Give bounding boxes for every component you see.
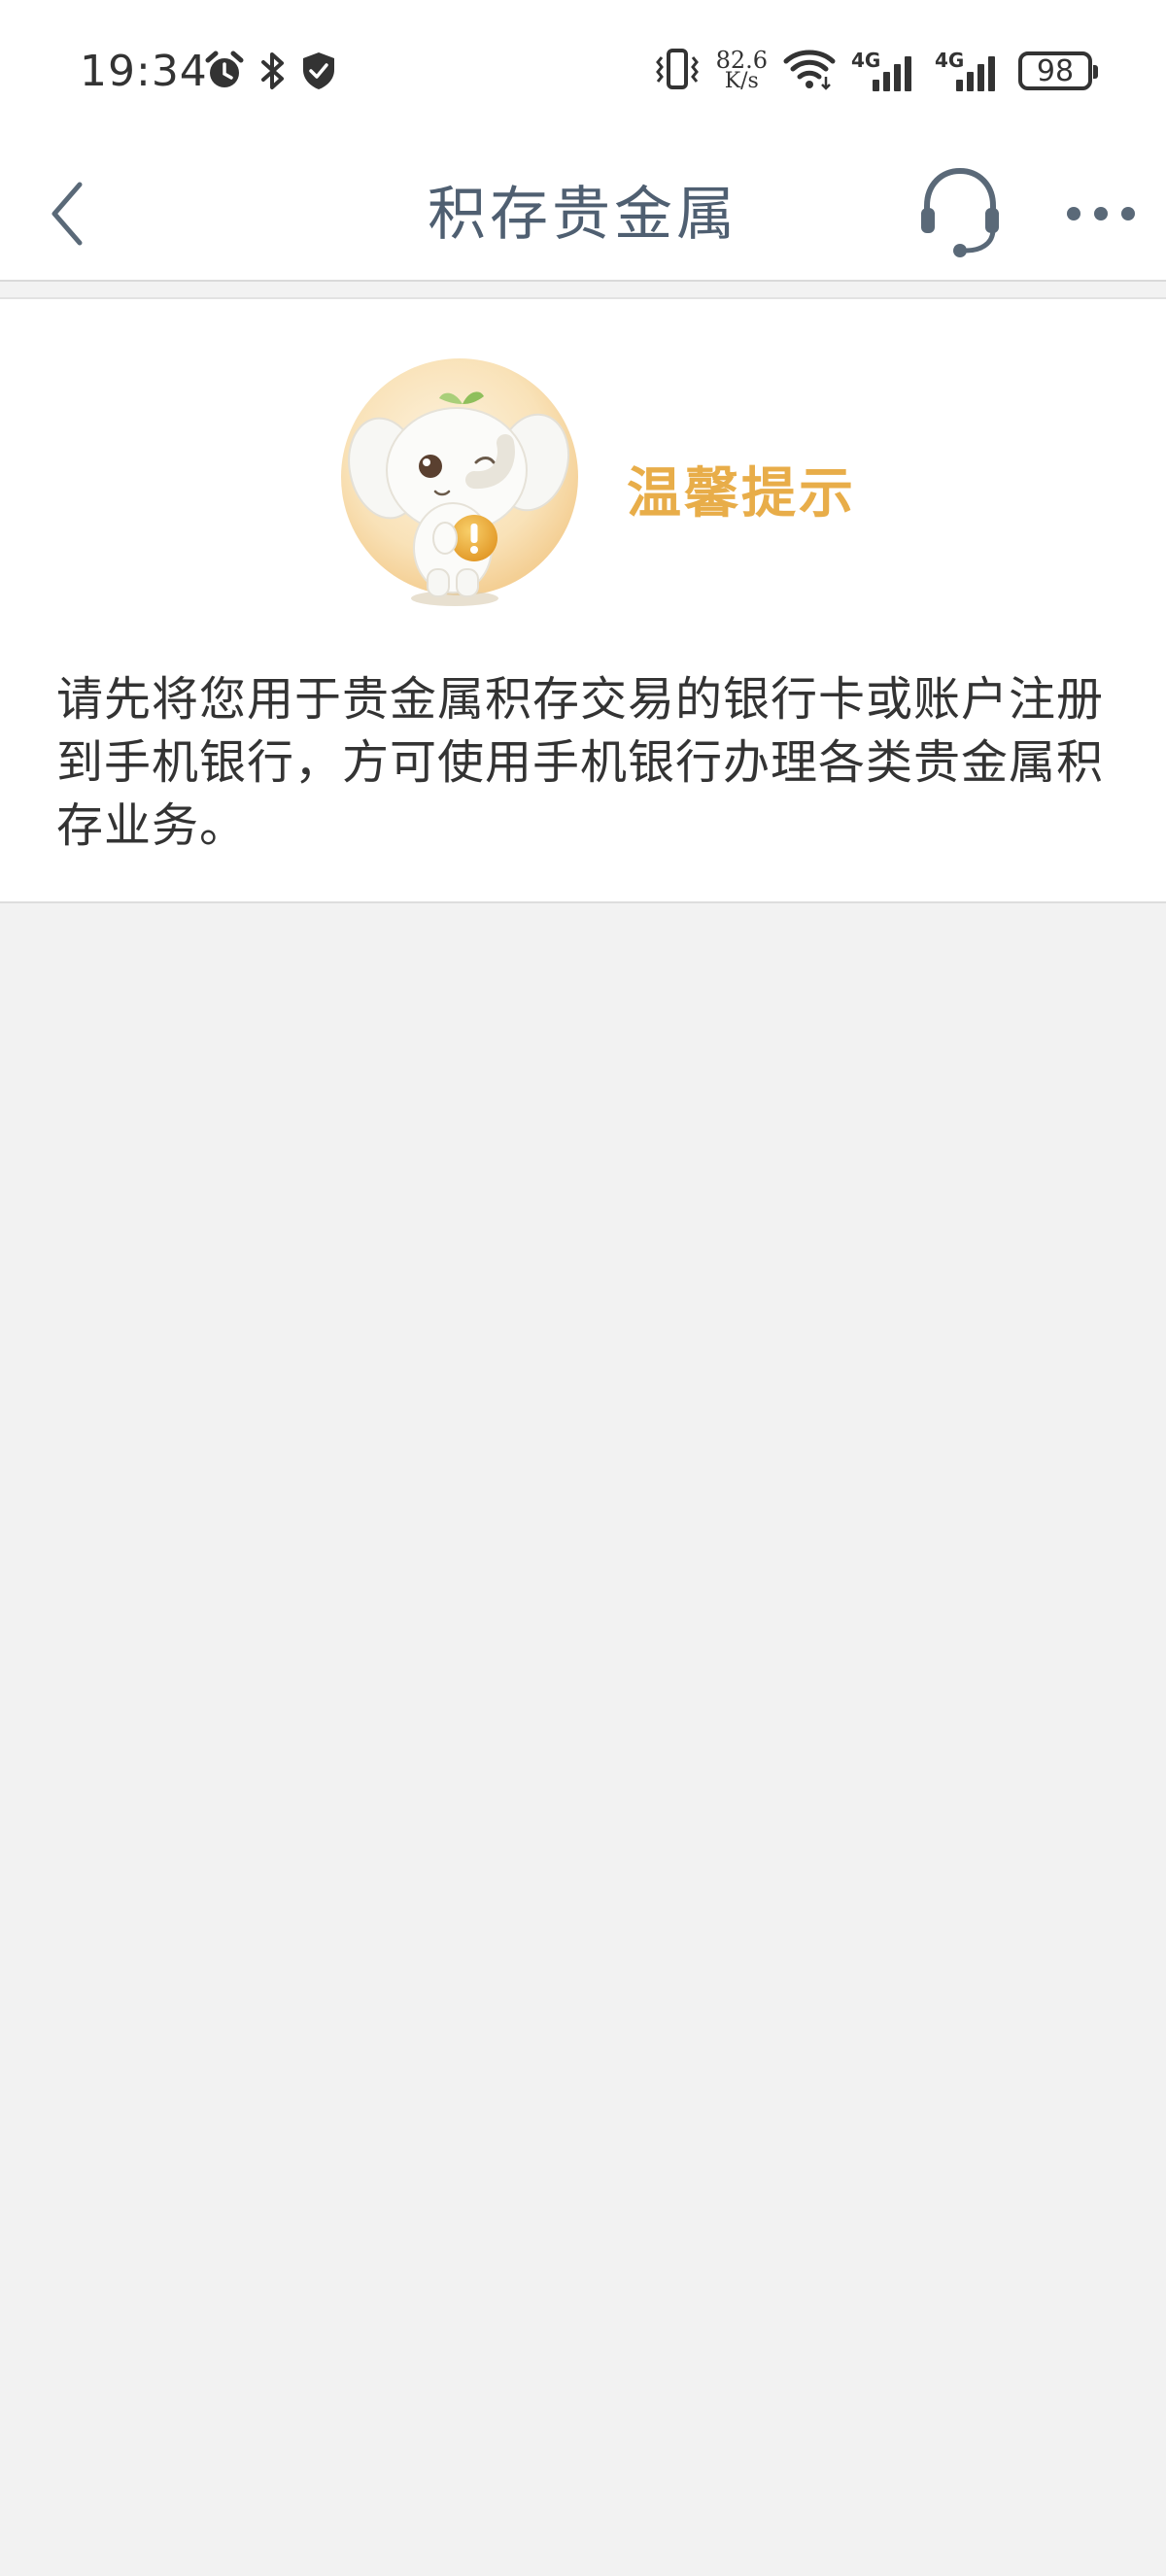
status-right-icons: 82.6 K/s 4G 4G 98 [654, 47, 1098, 95]
customer-service-button[interactable] [911, 159, 1009, 266]
bluetooth-icon [258, 51, 288, 95]
more-button[interactable] [1059, 175, 1147, 253]
tip-title: 温馨提示 [627, 462, 856, 525]
nav-bar: 积存贵金属 [0, 146, 1166, 282]
status-time: 19:34 [80, 47, 208, 96]
battery-level: 98 [1036, 53, 1075, 88]
headset-icon [921, 167, 999, 257]
net-speed-unit: K/s [724, 69, 759, 93]
tip-body-text: 请先将您用于贵金属积存交易的银行卡或账户注册到手机银行，方可使用手机银行办理各类… [56, 672, 1105, 853]
shield-icon [301, 51, 336, 95]
status-left-icons [204, 51, 336, 95]
net-speed: 82.6 K/s [715, 47, 768, 93]
vibrate-icon [654, 48, 701, 94]
status-bar: 19:34 82.6 K/s 4G 4G 98 [0, 0, 1166, 146]
battery-icon: 98 [1018, 51, 1098, 90]
wifi-icon [783, 48, 836, 94]
signal-icon-sim1: 4G [851, 47, 919, 95]
tip-card: 温馨提示 请先将您用于贵金属积存交易的银行卡或账户注册到手机银行，方可使用手机银… [0, 299, 1166, 903]
elephant-mascot-icon [338, 354, 581, 616]
more-dots-icon [1067, 207, 1135, 220]
alarm-icon [204, 51, 245, 95]
signal-icon-sim2: 4G [935, 47, 1003, 95]
net-speed-value: 82.6 [715, 47, 768, 74]
section-gap [0, 282, 1166, 299]
